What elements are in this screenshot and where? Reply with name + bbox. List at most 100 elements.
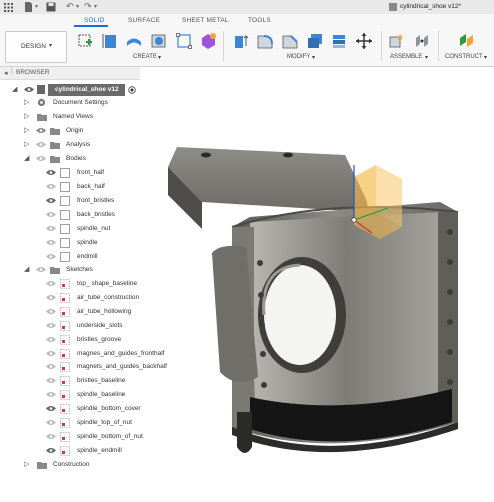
collapse-caret-icon[interactable]: ◢ (24, 266, 29, 274)
modify-dropdown-icon[interactable]: ▾ (312, 54, 315, 61)
body-item[interactable]: spindle (0, 237, 140, 249)
shell-icon[interactable] (306, 32, 324, 50)
root-label[interactable]: cylindrical_shoe v12 (55, 86, 119, 93)
tab-tools[interactable]: TOOLS (248, 17, 271, 24)
redo-icon[interactable]: ↷ (84, 1, 92, 12)
create-sketch-icon[interactable] (101, 32, 119, 50)
assemble-menu[interactable]: ASSEMBLE (390, 54, 422, 60)
body-item[interactable]: endmill (0, 251, 140, 263)
tree-root[interactable]: ◢ cylindrical_shoe v12 (0, 84, 140, 96)
sketch-item[interactable]: spindle_top_of_nut (0, 417, 140, 429)
eye-icon[interactable] (46, 391, 56, 398)
sweep-icon[interactable] (175, 32, 193, 50)
eye-icon[interactable] (24, 86, 34, 93)
eye-icon[interactable] (46, 433, 56, 440)
chamfer-icon[interactable] (281, 32, 299, 50)
expand-caret-icon[interactable]: ▷ (24, 127, 29, 135)
eye-icon[interactable] (46, 377, 56, 384)
redo-dropdown-icon[interactable]: ▾ (94, 3, 97, 10)
eye-icon[interactable] (46, 225, 56, 232)
body-item[interactable]: back_bristles (0, 209, 140, 221)
save-icon[interactable] (46, 2, 56, 12)
eye-icon[interactable] (46, 183, 56, 190)
assemble-dropdown-icon[interactable]: ▾ (425, 54, 428, 61)
collapse-caret-icon[interactable]: ◢ (24, 155, 29, 163)
eye-icon[interactable] (46, 322, 56, 329)
eye-icon[interactable] (46, 211, 56, 218)
expand-caret-icon[interactable]: ▷ (24, 141, 29, 149)
tree-item-origin[interactable]: ▷ Origin (0, 125, 140, 137)
eye-icon[interactable] (46, 405, 56, 412)
sketch-item[interactable]: spindle_endmill (0, 445, 140, 457)
construct-menu[interactable]: CONSTRUCT (445, 54, 483, 60)
joint-icon[interactable] (413, 32, 431, 50)
document-title[interactable]: cylindrical_shoe v12* (400, 3, 461, 10)
eye-icon[interactable] (46, 253, 56, 260)
sketch-item[interactable]: magnes_and_guides_fronthalf (0, 348, 164, 360)
offset-plane-icon[interactable] (458, 32, 476, 50)
tree-item-named-views[interactable]: ▷ Named Views (0, 111, 140, 123)
new-component-icon[interactable] (76, 32, 94, 50)
file-dropdown-icon[interactable]: ▾ (35, 3, 38, 10)
eye-icon[interactable] (46, 419, 56, 426)
eye-icon[interactable] (36, 127, 46, 134)
eye-icon[interactable] (46, 280, 56, 287)
grid-menu-icon[interactable] (4, 3, 13, 12)
expand-caret-icon[interactable]: ▷ (24, 113, 29, 121)
sketch-item[interactable]: air_tube_construction (0, 292, 140, 304)
sketch-item[interactable]: magnets_and_guides_backhalf (0, 361, 167, 373)
eye-icon[interactable] (46, 447, 56, 454)
tab-solid[interactable]: SOLID (84, 17, 105, 24)
tab-surface[interactable]: SURFACE (128, 17, 160, 24)
sketch-item[interactable]: spindle_bottom_cover (0, 403, 141, 415)
form-icon[interactable] (199, 32, 217, 50)
radio-activate-icon[interactable] (128, 86, 136, 94)
body-item[interactable]: spindle_nut (0, 223, 140, 235)
move-copy-icon[interactable] (355, 32, 373, 50)
eye-icon[interactable] (46, 294, 56, 301)
construct-dropdown-icon[interactable]: ▾ (484, 54, 487, 61)
body-item[interactable]: front_bristles (0, 195, 140, 207)
revolve-icon[interactable] (150, 32, 168, 50)
sketch-item[interactable]: spindle_bottom_of_nut (0, 431, 143, 443)
combine-icon[interactable] (330, 32, 348, 50)
tab-sheet-metal[interactable]: SHEET METAL (182, 17, 229, 24)
tree-item-construction[interactable]: ▷ Construction (0, 459, 140, 471)
fillet-icon[interactable] (256, 32, 274, 50)
sketch-item[interactable]: spindle_baseline (0, 389, 140, 401)
eye-icon[interactable] (46, 336, 56, 343)
eye-icon[interactable] (46, 308, 56, 315)
modify-menu[interactable]: MODIFY (287, 54, 310, 60)
collapse-browser-icon[interactable]: ◂ (4, 69, 8, 77)
sketch-item[interactable]: underside_slots (0, 320, 140, 332)
model-viewport[interactable] (140, 67, 494, 500)
tree-item-bodies[interactable]: ◢ Bodies (0, 153, 140, 165)
collapse-caret-icon[interactable]: ◢ (12, 86, 17, 94)
browser-header[interactable]: ◂ | BROWSER (0, 67, 140, 80)
eye-icon[interactable] (46, 169, 56, 176)
undo-icon[interactable]: ↶ (66, 1, 74, 12)
file-icon[interactable] (24, 2, 33, 12)
tree-item-document-settings[interactable]: ▷ Document Settings (0, 97, 140, 109)
sketch-item[interactable]: bristles_groove (0, 334, 140, 346)
undo-dropdown-icon[interactable]: ▾ (76, 3, 79, 10)
sketch-item[interactable]: air_tube_hollowing (0, 306, 140, 318)
workspace-switcher[interactable]: DESIGN ▾ (5, 31, 67, 63)
eye-icon[interactable] (36, 141, 46, 148)
sketch-item[interactable]: bristles_baseline (0, 375, 140, 387)
eye-icon[interactable] (46, 363, 56, 370)
extrude-icon[interactable] (125, 32, 143, 50)
tree-item-analysis[interactable]: ▷ Analysis (0, 139, 140, 151)
sketch-item[interactable]: top_ shape_baseline (0, 278, 140, 290)
eye-icon[interactable] (46, 239, 56, 246)
eye-icon[interactable] (46, 350, 56, 357)
eye-icon[interactable] (36, 155, 46, 162)
tree-item-sketches[interactable]: ◢ Sketches (0, 264, 140, 276)
press-pull-icon[interactable] (232, 32, 250, 50)
expand-caret-icon[interactable]: ▷ (24, 99, 29, 107)
body-item[interactable]: front_half (0, 167, 140, 179)
eye-icon[interactable] (36, 266, 46, 273)
eye-icon[interactable] (46, 197, 56, 204)
create-menu[interactable]: CREATE (133, 54, 157, 60)
create-dropdown-icon[interactable]: ▾ (158, 54, 161, 61)
